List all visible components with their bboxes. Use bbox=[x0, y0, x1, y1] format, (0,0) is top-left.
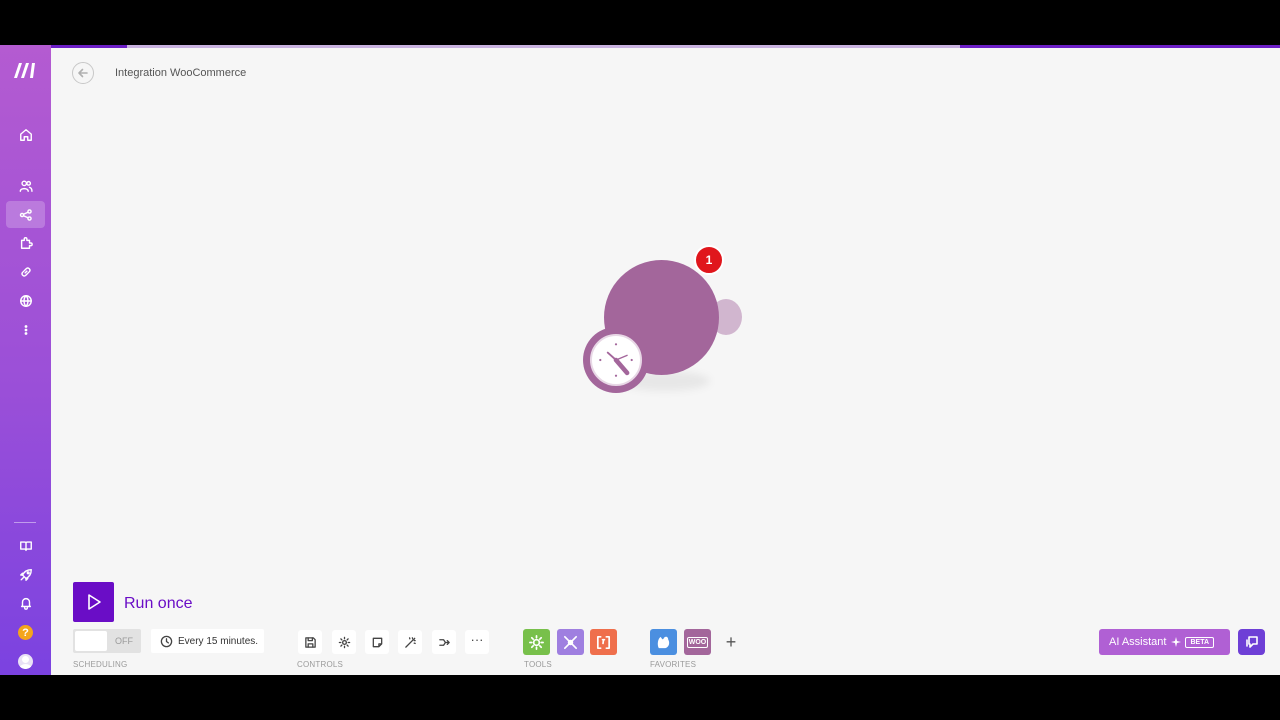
magic-wand-icon bbox=[404, 636, 416, 648]
toggle-state: OFF bbox=[115, 636, 133, 646]
scenario-editor: ? Integration WooCommerce 1 Run once OFF… bbox=[0, 45, 1280, 675]
sidebar-divider bbox=[14, 522, 36, 523]
operations-count-badge[interactable]: 1 bbox=[694, 245, 724, 275]
sidebar-item-more[interactable] bbox=[6, 316, 45, 343]
scheduling-section-label: SCHEDULING bbox=[73, 660, 128, 669]
controls-section-label: CONTROLS bbox=[297, 660, 344, 669]
rocket-icon bbox=[19, 568, 32, 581]
sidebar-item-team[interactable] bbox=[6, 172, 45, 199]
flow-control-icon bbox=[563, 635, 578, 649]
sidebar: ? bbox=[0, 45, 51, 675]
ai-app-icon bbox=[657, 636, 670, 648]
notes-icon bbox=[372, 637, 382, 647]
explain-flow-icon bbox=[438, 638, 450, 646]
add-favorite-button[interactable]: + bbox=[720, 631, 742, 653]
more-vertical-icon bbox=[24, 324, 27, 335]
team-icon bbox=[19, 179, 33, 192]
favorite-ai-app-button[interactable] bbox=[650, 629, 677, 655]
sidebar-item-webhooks[interactable] bbox=[6, 287, 45, 314]
sidebar-item-profile[interactable] bbox=[6, 648, 45, 675]
globe-icon bbox=[19, 294, 32, 307]
more-horizontal-icon: ··· bbox=[470, 631, 484, 647]
save-button[interactable] bbox=[298, 630, 322, 654]
favorites-section-label: FAVORITES bbox=[650, 660, 697, 669]
book-icon bbox=[19, 540, 32, 551]
apps-icon bbox=[20, 236, 33, 249]
play-icon bbox=[87, 594, 101, 610]
notes-button[interactable] bbox=[365, 630, 389, 654]
text-parser-button[interactable] bbox=[590, 629, 617, 655]
sidebar-item-connections[interactable] bbox=[6, 258, 45, 285]
home-icon bbox=[19, 128, 32, 141]
flow-control-button[interactable] bbox=[557, 629, 584, 655]
plus-icon: + bbox=[725, 631, 737, 652]
chat-support-button[interactable] bbox=[1238, 629, 1265, 655]
schedule-interval-button[interactable]: Every 15 minutes. bbox=[151, 629, 264, 653]
auto-align-button[interactable] bbox=[398, 630, 422, 654]
help-icon: ? bbox=[18, 625, 33, 640]
ai-assistant-label: AI Assistant bbox=[1109, 636, 1167, 648]
text-parser-icon bbox=[596, 635, 611, 649]
tools-gear-icon bbox=[529, 634, 544, 650]
loading-strip bbox=[0, 45, 1280, 48]
clock-icon bbox=[160, 635, 173, 647]
sparkle-icon bbox=[1171, 637, 1182, 647]
bell-icon bbox=[20, 597, 31, 610]
sidebar-item-notifications[interactable] bbox=[6, 589, 45, 616]
ai-assistant-button[interactable]: AI Assistant BETA bbox=[1099, 629, 1230, 655]
explain-flow-button[interactable] bbox=[432, 630, 456, 654]
scheduling-toggle[interactable]: OFF bbox=[73, 629, 141, 653]
run-once-button[interactable] bbox=[73, 582, 114, 622]
more-controls-button[interactable]: ··· bbox=[465, 630, 489, 654]
avatar bbox=[18, 654, 33, 669]
woocommerce-icon: WOO bbox=[686, 636, 709, 648]
favorite-woocommerce-button[interactable]: WOO bbox=[684, 629, 711, 655]
save-icon bbox=[304, 636, 316, 648]
letterbox-bottom bbox=[0, 675, 1280, 720]
scenario-title[interactable]: Integration WooCommerce bbox=[115, 67, 246, 79]
schedule-interval-text: Every 15 minutes. bbox=[178, 635, 259, 647]
sidebar-item-help[interactable]: ? bbox=[6, 619, 45, 646]
tools-button[interactable] bbox=[523, 629, 550, 655]
make-logo-icon[interactable] bbox=[13, 61, 39, 79]
tools-section-label: TOOLS bbox=[524, 660, 552, 669]
settings-icon bbox=[338, 636, 350, 648]
scenarios-icon bbox=[19, 208, 32, 221]
arrow-left-icon bbox=[78, 68, 88, 78]
sidebar-item-home[interactable] bbox=[6, 121, 45, 148]
schedule-clock-icon[interactable] bbox=[583, 327, 649, 393]
woocommerce-module[interactable]: 1 bbox=[580, 243, 750, 403]
scenario-settings-button[interactable] bbox=[332, 630, 356, 654]
back-button[interactable] bbox=[72, 62, 94, 84]
sidebar-item-docs[interactable] bbox=[6, 532, 45, 559]
chat-icon bbox=[1245, 636, 1258, 648]
sidebar-item-apps[interactable] bbox=[6, 229, 45, 256]
letterbox-top bbox=[0, 0, 1280, 45]
sidebar-item-scenarios[interactable] bbox=[6, 201, 45, 228]
sidebar-item-whats-new[interactable] bbox=[6, 561, 45, 588]
beta-badge: BETA bbox=[1185, 636, 1215, 648]
connections-icon bbox=[20, 266, 31, 277]
run-once-label[interactable]: Run once bbox=[124, 595, 193, 613]
